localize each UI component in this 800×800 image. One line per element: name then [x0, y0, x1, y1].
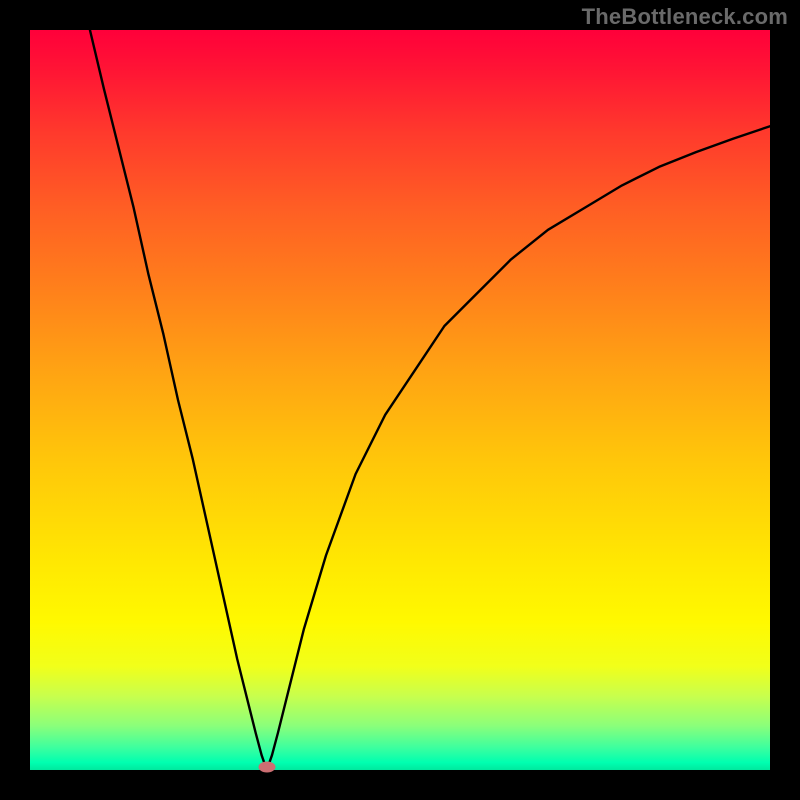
minimum-marker — [258, 762, 275, 773]
plot-area — [30, 30, 770, 770]
curve-svg — [30, 30, 770, 770]
watermark-text: TheBottleneck.com — [582, 4, 788, 30]
chart-frame: TheBottleneck.com — [0, 0, 800, 800]
bottleneck-curve — [90, 30, 770, 770]
